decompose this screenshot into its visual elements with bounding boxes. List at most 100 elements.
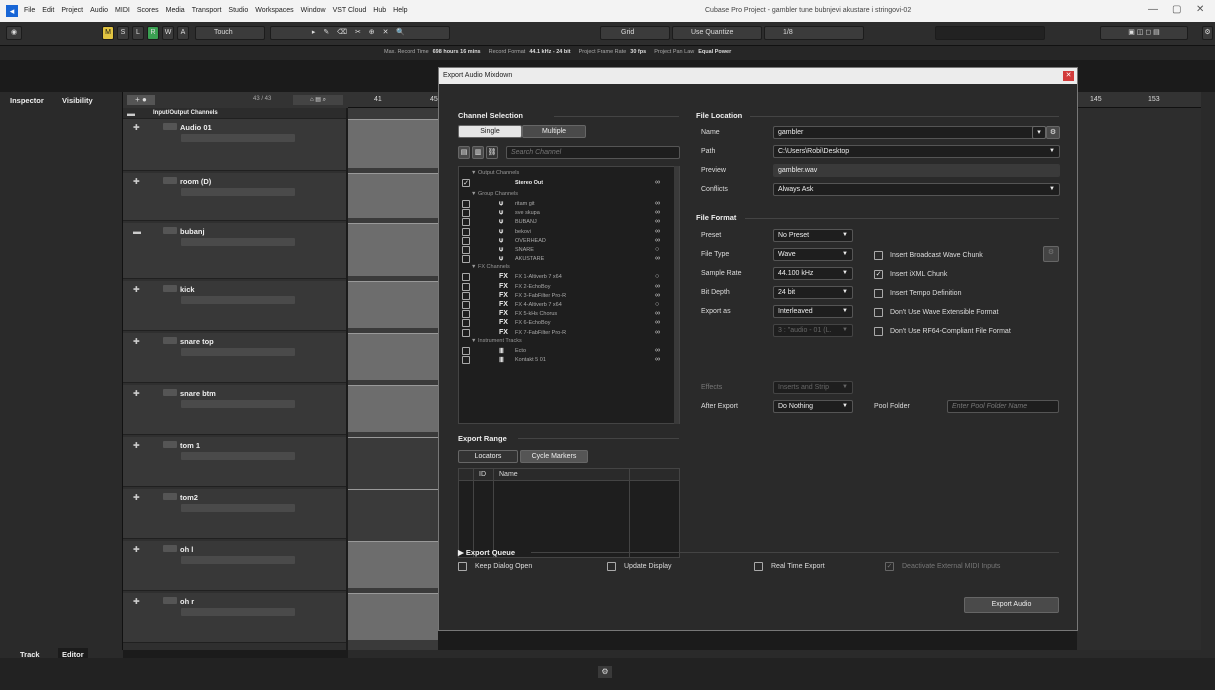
menu-window[interactable]: Window xyxy=(301,7,326,14)
track-controls[interactable] xyxy=(181,400,295,408)
track-row[interactable]: ✚ tom 1 xyxy=(123,437,346,487)
track-row[interactable]: ✚ room (D) xyxy=(123,173,346,221)
settings-gear-icon[interactable]: ⚙ xyxy=(1202,26,1213,40)
channel-checkbox[interactable] xyxy=(462,236,470,245)
mute-solo-buttons[interactable] xyxy=(163,597,177,604)
audio-event[interactable] xyxy=(348,333,438,380)
menu-audio[interactable]: Audio xyxy=(90,7,108,14)
option-checkbox[interactable] xyxy=(458,562,467,571)
menu-vst-cloud[interactable]: VST Cloud xyxy=(333,7,367,14)
horizontal-scrollbar[interactable] xyxy=(348,650,1215,658)
channel-checkbox[interactable] xyxy=(462,328,470,337)
track-row[interactable]: ✚ tom2 xyxy=(123,489,346,539)
maximize-button[interactable]: ▢ xyxy=(1172,4,1181,15)
write-automation-button[interactable]: W xyxy=(162,26,174,40)
track-controls[interactable] xyxy=(181,504,295,512)
channel-checkbox[interactable] xyxy=(462,319,470,328)
option-checkbox[interactable] xyxy=(607,562,616,571)
channel-checkbox[interactable] xyxy=(462,356,470,364)
menu-hub[interactable]: Hub xyxy=(373,7,386,14)
channel-checkbox[interactable] xyxy=(462,346,470,355)
name-dropdown-button[interactable]: ▾ xyxy=(1032,126,1046,139)
channel-row[interactable]: ✓ Stereo Out ∞ xyxy=(459,179,679,189)
channel-checkbox[interactable] xyxy=(462,227,470,236)
path-select[interactable]: C:\Users\Robi\Desktop ▼ xyxy=(773,145,1060,158)
channel-checkbox[interactable] xyxy=(462,255,470,264)
track-controls[interactable] xyxy=(181,134,295,142)
settings-gear-icon[interactable]: ⚙ xyxy=(598,666,612,678)
audio-event[interactable] xyxy=(348,437,438,484)
menu-media[interactable]: Media xyxy=(166,7,185,14)
preset-select[interactable]: No Preset ▼ xyxy=(773,229,853,242)
pool-folder-input[interactable]: Enter Pool Folder Name xyxy=(947,400,1059,413)
track-controls[interactable] xyxy=(181,188,295,196)
track-row[interactable]: ✚ oh l xyxy=(123,541,346,591)
mute-solo-buttons[interactable] xyxy=(163,177,177,184)
menu-workspaces[interactable]: Workspaces xyxy=(255,7,293,14)
audio-event[interactable] xyxy=(348,489,438,536)
export-as-select[interactable]: Interleaved ▼ xyxy=(773,305,853,318)
after-export-select[interactable]: Do Nothing ▼ xyxy=(773,400,853,413)
audio-event[interactable] xyxy=(348,541,438,588)
vertical-scrollbar[interactable] xyxy=(1201,92,1215,650)
tab-locators[interactable]: Locators xyxy=(458,450,518,463)
quantize-value-select[interactable]: 1/8 xyxy=(764,26,864,40)
mute-solo-buttons[interactable] xyxy=(163,493,177,500)
name-input[interactable]: gambler xyxy=(773,126,1046,139)
format-option-checkbox[interactable]: ✓ xyxy=(874,270,883,279)
format-option-checkbox[interactable] xyxy=(874,327,883,336)
channel-checkbox[interactable] xyxy=(462,246,470,254)
tab-inspector[interactable]: Inspector xyxy=(6,94,48,108)
event-display[interactable] xyxy=(348,108,438,650)
window-layout-buttons[interactable]: ▣ ◫ ◻ ▤ xyxy=(1100,26,1188,40)
search-channel-input[interactable]: Search Channel xyxy=(506,146,680,159)
option-checkbox[interactable]: ✓ xyxy=(885,562,894,571)
automation-panel-button[interactable]: A xyxy=(177,26,189,40)
menu-midi[interactable]: MIDI xyxy=(115,7,130,14)
mute-solo-buttons[interactable] xyxy=(163,285,177,292)
name-settings-gear-icon[interactable]: ⚙ xyxy=(1046,126,1060,139)
export-queue-toggle[interactable]: ▶ Export Queue xyxy=(458,548,515,557)
audio-event[interactable] xyxy=(348,385,438,432)
sample-rate-select[interactable]: 44.100 kHz ▼ xyxy=(773,267,853,280)
bit-depth-select[interactable]: 24 bit ▼ xyxy=(773,286,853,299)
mute-mode-button[interactable]: M xyxy=(102,26,114,40)
audio-event[interactable] xyxy=(348,119,438,168)
event-display-right[interactable] xyxy=(1077,108,1201,650)
mute-solo-buttons[interactable] xyxy=(163,337,177,344)
tracklist-tools[interactable]: ⌂ ▤ ⌕ xyxy=(293,95,343,105)
folder-track[interactable]: ▬ Input/Output Channels xyxy=(123,108,346,119)
mute-solo-buttons[interactable] xyxy=(163,123,177,130)
file-type-select[interactable]: Wave ▼ xyxy=(773,248,853,261)
conflicts-select[interactable]: Always Ask ▼ xyxy=(773,183,1060,196)
tab-visibility[interactable]: Visibility xyxy=(58,94,97,108)
mute-solo-buttons[interactable] xyxy=(163,441,177,448)
format-option-checkbox[interactable] xyxy=(874,289,883,298)
chunk-settings-gear-icon[interactable]: ⚙ xyxy=(1043,246,1059,262)
menu-project[interactable]: Project xyxy=(61,7,83,14)
option-checkbox[interactable] xyxy=(754,562,763,571)
mute-solo-buttons[interactable] xyxy=(163,389,177,396)
channel-checkbox[interactable] xyxy=(462,301,470,309)
tab-cycle-markers[interactable]: Cycle Markers xyxy=(520,450,588,463)
audio-event[interactable] xyxy=(348,281,438,328)
menu-transport[interactable]: Transport xyxy=(192,7,222,14)
format-option-checkbox[interactable] xyxy=(874,308,883,317)
menu-help[interactable]: Help xyxy=(393,7,407,14)
mute-solo-buttons[interactable] xyxy=(163,545,177,552)
tool-buttons[interactable]: ▸ ✎ ⌫ ✂ ⊕ ✕ 🔍 xyxy=(270,26,450,40)
channel-checkbox[interactable] xyxy=(462,218,470,227)
track-row[interactable]: ✚ kick xyxy=(123,281,346,331)
format-option-checkbox[interactable] xyxy=(874,251,883,260)
track-row[interactable]: ✚ oh r xyxy=(123,593,346,643)
solo-mode-button[interactable]: S xyxy=(117,26,129,40)
link-icon[interactable]: ⛓ xyxy=(486,146,498,159)
listen-mode-button[interactable]: L xyxy=(132,26,144,40)
menu-file[interactable]: File xyxy=(24,7,35,14)
channel-row[interactable]: Ⅲ Kontakt 5 01 ∞ xyxy=(459,356,679,366)
mute-solo-buttons[interactable] xyxy=(163,227,177,234)
menu-scores[interactable]: Scores xyxy=(137,7,159,14)
channel-checkbox[interactable]: ✓ xyxy=(462,179,470,187)
audio-event[interactable] xyxy=(348,223,438,276)
dialog-close-button[interactable]: ✕ xyxy=(1063,71,1074,81)
